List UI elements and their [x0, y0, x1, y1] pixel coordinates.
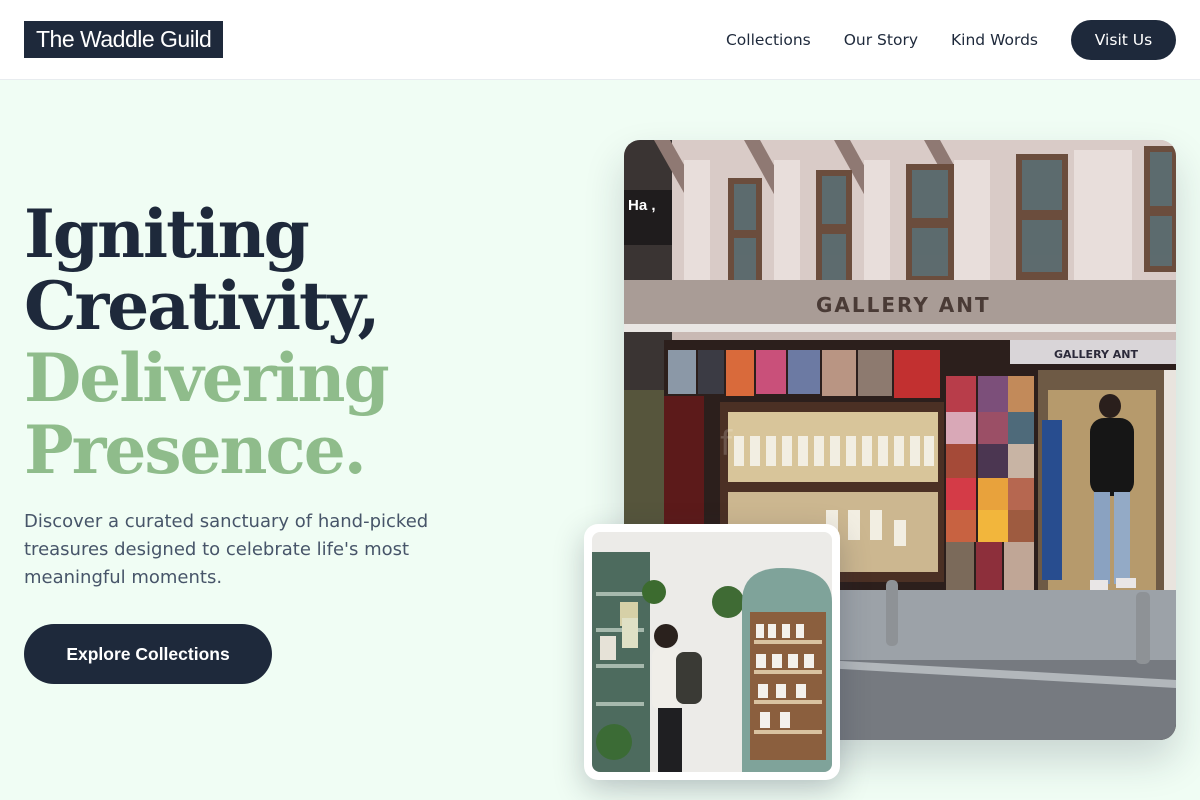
headline-line-igniting: Igniting	[24, 195, 310, 273]
gallery-sign-text: GALLERY ANT	[816, 293, 991, 317]
headline-line-delivering: Delivering	[24, 339, 390, 417]
headline-line-creativity: Creativity,	[24, 267, 381, 345]
hero-subtext: Discover a curated sanctuary of hand-pic…	[24, 511, 429, 588]
shop-interior-photo	[592, 532, 832, 772]
nav-link-our-story[interactable]: Our Story	[844, 31, 918, 49]
brand-logo[interactable]: The Waddle Guild	[24, 21, 224, 58]
site-header: The Waddle Guild Collections Our Story K…	[0, 0, 1200, 80]
svg-text:f: f	[720, 424, 733, 464]
explore-collections-button[interactable]: Explore Collections	[24, 624, 272, 684]
nav-link-kind-words[interactable]: Kind Words	[951, 31, 1038, 49]
nav-link-collections[interactable]: Collections	[726, 31, 811, 49]
corner-sign-text: Ha ,	[628, 197, 656, 214]
door-sign-text: GALLERY ANT	[1054, 348, 1138, 361]
visit-us-button[interactable]: Visit Us	[1071, 20, 1176, 60]
headline-line-presence: Presence.	[24, 411, 367, 489]
inset-photo-frame	[584, 524, 840, 780]
hero-headline: Igniting Creativity, Delivering Presence…	[24, 198, 584, 486]
main-nav: Collections Our Story Kind Words Visit U…	[726, 0, 1176, 80]
